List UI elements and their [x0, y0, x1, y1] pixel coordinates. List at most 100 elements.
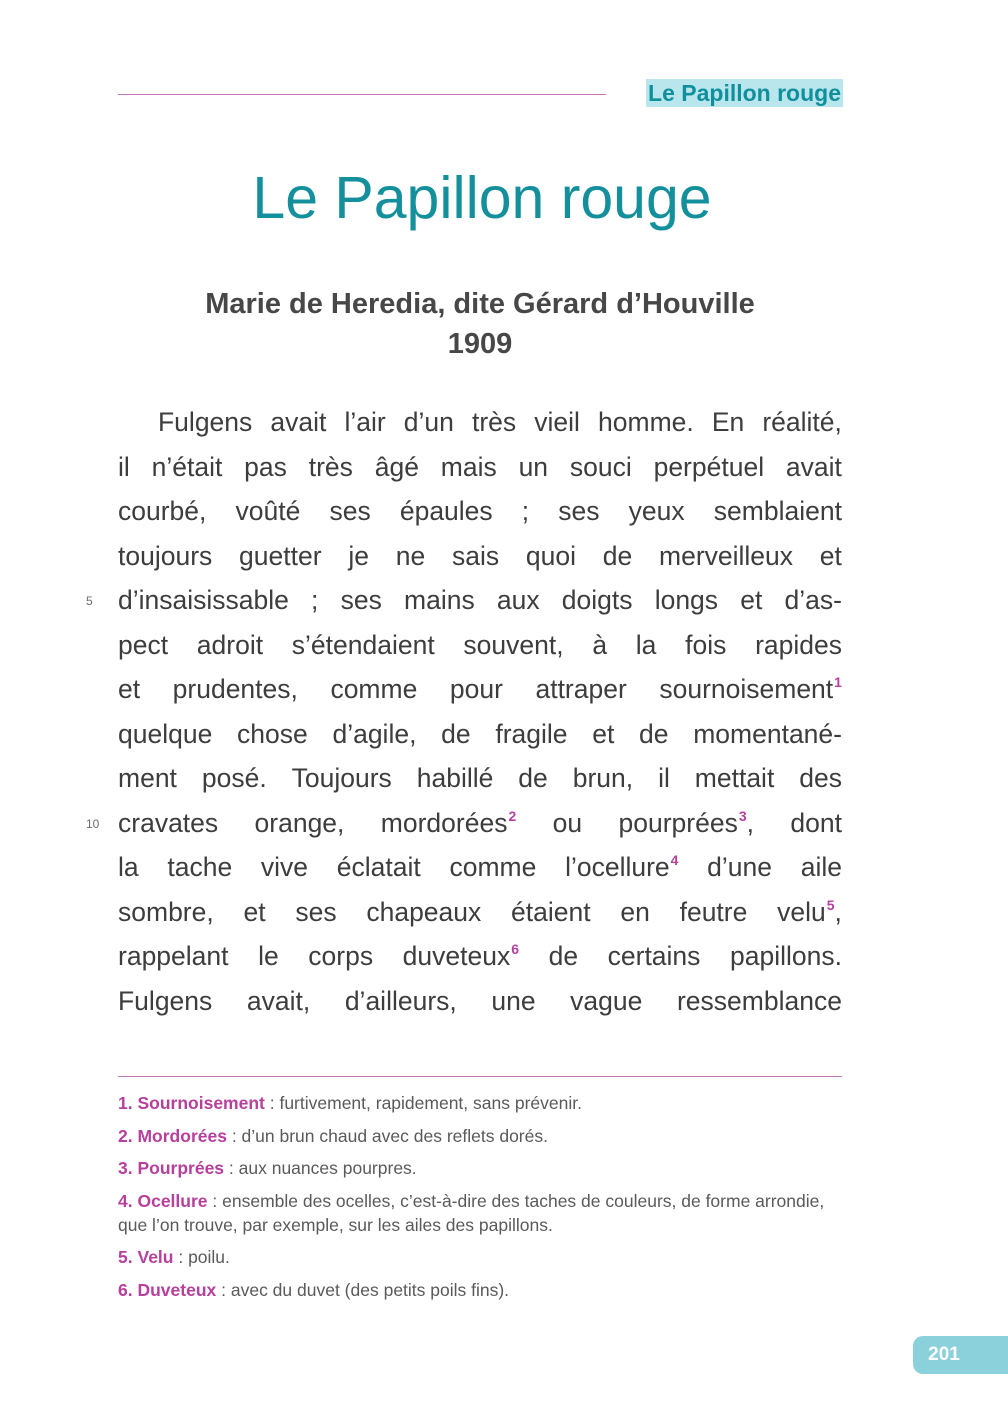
- footnote-marker[interactable]: 3: [739, 808, 747, 824]
- word: Fulgens: [158, 400, 252, 445]
- word-text: ses: [558, 496, 600, 526]
- word: âgé: [375, 445, 419, 490]
- word-text: une: [491, 985, 536, 1016]
- word-text: souci: [569, 451, 632, 482]
- word: il: [658, 756, 670, 801]
- word-text: et: [592, 718, 615, 749]
- word: je: [348, 534, 369, 579]
- word: semblaient: [714, 489, 842, 534]
- word-text: mais: [440, 451, 497, 482]
- footnote-number: 2.: [118, 1125, 133, 1146]
- text-line: courbé, voûté ses épaules; ses yeux semblaient: [118, 489, 842, 534]
- page-number: 201: [928, 1344, 960, 1365]
- word-text: très: [308, 451, 353, 482]
- word-text: vieil: [534, 407, 580, 437]
- word-text: brun,: [572, 763, 634, 793]
- footnote-marker[interactable]: 5: [827, 897, 835, 913]
- running-title: Le Papillon rouge: [646, 79, 843, 107]
- text-line: Fulgens avait, d’ailleurs, une vague ressembl…: [118, 979, 842, 1024]
- word-text: prudentes,: [172, 674, 298, 704]
- text-line: sombre, et ses chapeaux étaient en feutre velu5…: [118, 890, 842, 935]
- footnote-4: 4. Ocellure : ensemble des ocelles, c’es…: [118, 1189, 842, 1237]
- word-text: et: [740, 585, 763, 615]
- word-text: ses: [295, 896, 337, 927]
- word: d’un: [404, 400, 454, 445]
- word: avait: [270, 400, 326, 445]
- word: mettait: [695, 756, 775, 801]
- word-text: chapeaux: [366, 896, 482, 927]
- footnote-marker[interactable]: 2: [508, 808, 516, 824]
- word: de: [441, 712, 470, 757]
- word-text: guetter: [239, 540, 322, 571]
- word: et: [820, 534, 842, 579]
- word-text: cravates: [118, 807, 219, 838]
- word: guetter: [239, 534, 322, 579]
- word-text: chose: [237, 718, 308, 749]
- word-text: ou: [552, 807, 583, 838]
- word-text: ;: [521, 496, 530, 526]
- word: très: [309, 445, 353, 490]
- word: ou: [553, 801, 582, 846]
- word-text: quoi: [525, 540, 576, 571]
- word: rapides: [755, 623, 842, 668]
- word-text: ressemblance: [676, 985, 842, 1016]
- word-text: je: [348, 540, 369, 571]
- word: de: [639, 712, 668, 757]
- word-text: sournoisement: [659, 674, 834, 704]
- word: aile: [801, 845, 842, 890]
- word: avait,: [247, 979, 310, 1024]
- word-text: sais: [451, 540, 500, 571]
- word-text: rappelant: [118, 941, 229, 971]
- footnote-definition: : d’un brun chaud avec des reflets dorés…: [226, 1125, 548, 1146]
- footnote-5: 5. Velu : poilu.: [118, 1245, 842, 1269]
- word: ses: [341, 578, 382, 623]
- word-text: posé.: [201, 763, 267, 793]
- footnote-marker[interactable]: 4: [671, 852, 679, 868]
- word: fragile: [495, 712, 567, 757]
- publication-year: 1909: [447, 328, 513, 360]
- word: chapeaux: [366, 890, 481, 935]
- word: voûté: [236, 489, 301, 534]
- footnote-definition: : ensemble des ocelles, c’est-à-dire des…: [118, 1190, 825, 1235]
- word: d’insaisissable: [118, 578, 289, 623]
- text-line: rappelant le corps duveteux6 de certains papil…: [118, 934, 842, 979]
- word-text: le: [258, 941, 279, 971]
- word: duveteux6: [403, 934, 519, 979]
- word: habillé: [417, 756, 494, 801]
- word-text: épaules: [399, 496, 493, 526]
- word: et: [118, 667, 140, 712]
- word-text: d’agile,: [332, 718, 417, 749]
- footnote-marker[interactable]: 6: [511, 941, 519, 957]
- word: feutre: [680, 890, 748, 935]
- word: cravates: [118, 801, 218, 846]
- footnote-number: 3.: [118, 1158, 133, 1178]
- word-text: quelque: [118, 718, 213, 749]
- footnote-definition: : furtivement, rapidement, sans prévenir…: [264, 1093, 582, 1113]
- word: comme: [449, 845, 536, 890]
- text-line: et prudentes, comme pour attraper sournoiseme…: [118, 667, 842, 712]
- word-text: comme: [449, 852, 537, 882]
- word: d’agile,: [332, 712, 416, 757]
- word: ses: [558, 489, 599, 534]
- word: ses: [295, 890, 336, 935]
- footnote-definition: : avec du duvet (des petits poils fins).: [216, 1279, 510, 1300]
- footnote-term: Duveteux: [137, 1279, 217, 1300]
- text-line: pect adroit s’étendaient souvent, à la fois rap…: [118, 623, 842, 668]
- word: vague: [570, 979, 642, 1024]
- word: et: [243, 890, 265, 935]
- word: tache: [167, 845, 232, 890]
- text-line: ment posé. Toujours habillé de brun, il mettait…: [118, 756, 842, 801]
- story-text: Fulgens avait l’air d’un très vieil homme. En ré…: [118, 400, 842, 1023]
- word-text: avait: [270, 407, 327, 437]
- word-text: yeux: [628, 496, 685, 526]
- footnote-marker[interactable]: 1: [834, 674, 842, 690]
- word: quelque: [118, 712, 212, 757]
- word-text: d’ailleurs,: [344, 985, 457, 1016]
- word: pas: [244, 445, 287, 490]
- word-text: attraper: [535, 674, 627, 704]
- word-text: ;: [311, 585, 319, 615]
- word-text: merveilleux: [659, 540, 794, 571]
- footnote-2: 2. Mordorées : d’un brun chaud avec des …: [118, 1124, 842, 1148]
- word: à: [592, 623, 607, 668]
- word: pour: [450, 667, 503, 712]
